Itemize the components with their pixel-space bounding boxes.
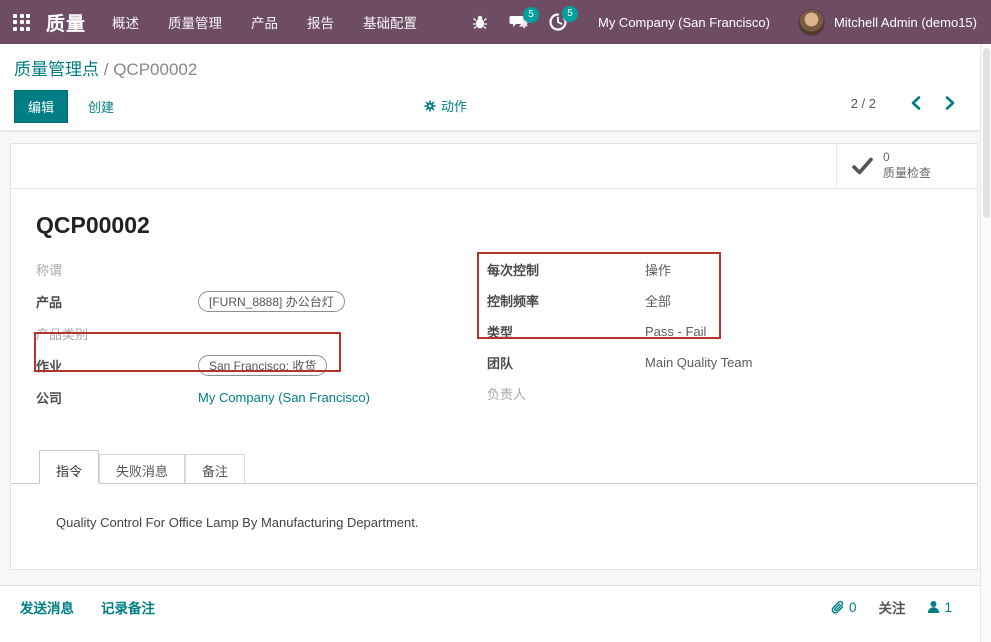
activities-icon[interactable]: 5 <box>549 13 567 31</box>
field-label-team: 团队 <box>487 353 645 372</box>
messages-badge: 5 <box>523 7 539 23</box>
field-value-type: Pass - Fail <box>645 324 706 339</box>
nav-item-products[interactable]: 产品 <box>251 12 278 32</box>
attachments-button[interactable]: 0 <box>831 600 857 615</box>
field-row-product-category: 产品类别 <box>36 324 487 343</box>
log-note-button[interactable]: 记录备注 <box>101 597 155 617</box>
field-value-control-frequency: 全部 <box>645 291 671 310</box>
pager-previous-icon[interactable] <box>908 94 924 112</box>
tab-failure-message[interactable]: 失败消息 <box>99 454 185 483</box>
field-row-responsible: 负责人 <box>487 384 952 403</box>
pager: 2 / 2 <box>851 94 958 112</box>
followers-count: 1 <box>944 600 952 615</box>
field-label-type: 类型 <box>487 322 645 341</box>
form-card: 0 质量检查 QCP00002 称谓 产品 [FURN_8888] 办公台灯 产… <box>10 143 978 570</box>
field-row-control-per: 每次控制 操作 <box>487 260 952 279</box>
messages-icon[interactable]: 5 <box>509 14 528 31</box>
form-sheet: QCP00002 称谓 产品 [FURN_8888] 办公台灯 产品类别 作业 … <box>11 212 977 419</box>
nav-item-quality-control[interactable]: 质量管理 <box>168 12 222 32</box>
field-label-control-frequency: 控制频率 <box>487 291 645 310</box>
gear-icon <box>424 100 436 112</box>
field-value-control-per: 操作 <box>645 260 671 279</box>
field-value-product[interactable]: [FURN_8888] 办公台灯 <box>198 291 345 312</box>
paperclip-icon <box>831 600 845 615</box>
field-row-type: 类型 Pass - Fail <box>487 322 952 341</box>
tab-instructions[interactable]: 指令 <box>39 450 99 484</box>
instructions-text: Quality Control For Office Lamp By Manuf… <box>11 484 977 530</box>
field-value-team: Main Quality Team <box>645 355 752 370</box>
followers-button[interactable]: 1 <box>927 600 952 615</box>
breadcrumb: 质量管理点 / QCP00002 <box>14 55 197 80</box>
field-row-team: 团队 Main Quality Team <box>487 353 952 372</box>
quality-checks-stat-button[interactable]: 0 质量检查 <box>836 144 977 188</box>
field-row-company: 公司 My Company (San Francisco) <box>36 388 487 407</box>
breadcrumb-current: QCP00002 <box>113 60 197 79</box>
top-navbar: 质量 概述 质量管理 产品 报告 基础配置 5 5 <box>0 0 991 44</box>
action-menu-button[interactable]: 动作 <box>424 96 467 115</box>
field-group-right: 每次控制 操作 控制频率 全部 类型 Pass - Fail 团队 Main Q… <box>487 260 952 419</box>
field-label-control-per: 每次控制 <box>487 260 645 279</box>
create-button[interactable]: 创建 <box>77 90 125 123</box>
field-row-name: 称谓 <box>36 260 487 279</box>
record-title: QCP00002 <box>36 212 952 239</box>
apps-grid-icon[interactable] <box>13 14 30 31</box>
field-row-product: 产品 [FURN_8888] 办公台灯 <box>36 291 487 312</box>
field-label-company: 公司 <box>36 388 198 407</box>
follower-person-icon <box>927 600 940 614</box>
debug-icon[interactable] <box>472 14 488 30</box>
pager-count: 2 / 2 <box>851 96 876 111</box>
field-value-operation[interactable]: San Francisco: 收货 <box>198 355 327 376</box>
field-row-operation: 作业 San Francisco: 收货 <box>36 355 487 376</box>
scrollbar-thumb[interactable] <box>983 48 990 218</box>
field-label-operation: 作业 <box>36 356 198 375</box>
quality-checks-count: 0 <box>883 150 931 166</box>
field-label-responsible: 负责人 <box>487 384 645 403</box>
activities-badge: 5 <box>562 6 578 22</box>
nav-item-reporting[interactable]: 报告 <box>307 12 334 32</box>
field-row-control-frequency: 控制频率 全部 <box>487 291 952 310</box>
follow-button[interactable]: 关注 <box>878 597 905 617</box>
field-label-product-category: 产品类别 <box>36 324 198 343</box>
pager-next-icon[interactable] <box>942 94 958 112</box>
control-panel: 质量管理点 / QCP00002 编辑 创建 动作 2 / 2 <box>0 44 980 130</box>
action-menu-label: 动作 <box>441 96 467 115</box>
tab-notes[interactable]: 备注 <box>185 454 245 483</box>
page-scrollbar[interactable] <box>980 44 991 642</box>
notebook-tabs: 指令 失败消息 备注 <box>11 450 977 484</box>
field-label-product: 产品 <box>36 292 198 311</box>
nav-item-configuration[interactable]: 基础配置 <box>363 12 417 32</box>
breadcrumb-divider: / <box>104 60 109 79</box>
edit-button[interactable]: 编辑 <box>14 90 68 123</box>
attachments-count: 0 <box>849 600 857 615</box>
chatter: 发送消息 记录备注 0 关注 1 <box>0 585 980 642</box>
check-icon <box>852 157 873 175</box>
field-group-left: 称谓 产品 [FURN_8888] 办公台灯 产品类别 作业 San Franc… <box>36 260 487 419</box>
button-box: 0 质量检查 <box>11 144 977 189</box>
nav-item-overview[interactable]: 概述 <box>112 12 139 32</box>
app-name[interactable]: 质量 <box>46 9 86 36</box>
send-message-button[interactable]: 发送消息 <box>20 597 74 617</box>
field-label-name: 称谓 <box>36 260 198 279</box>
user-avatar[interactable] <box>798 9 825 36</box>
quality-checks-label: 质量检查 <box>883 166 931 182</box>
nav-menu: 概述 质量管理 产品 报告 基础配置 <box>112 12 417 32</box>
user-menu[interactable]: Mitchell Admin (demo15) <box>834 15 977 30</box>
company-switcher[interactable]: My Company (San Francisco) <box>598 15 770 30</box>
field-value-company[interactable]: My Company (San Francisco) <box>198 390 370 405</box>
breadcrumb-parent[interactable]: 质量管理点 <box>14 60 99 79</box>
